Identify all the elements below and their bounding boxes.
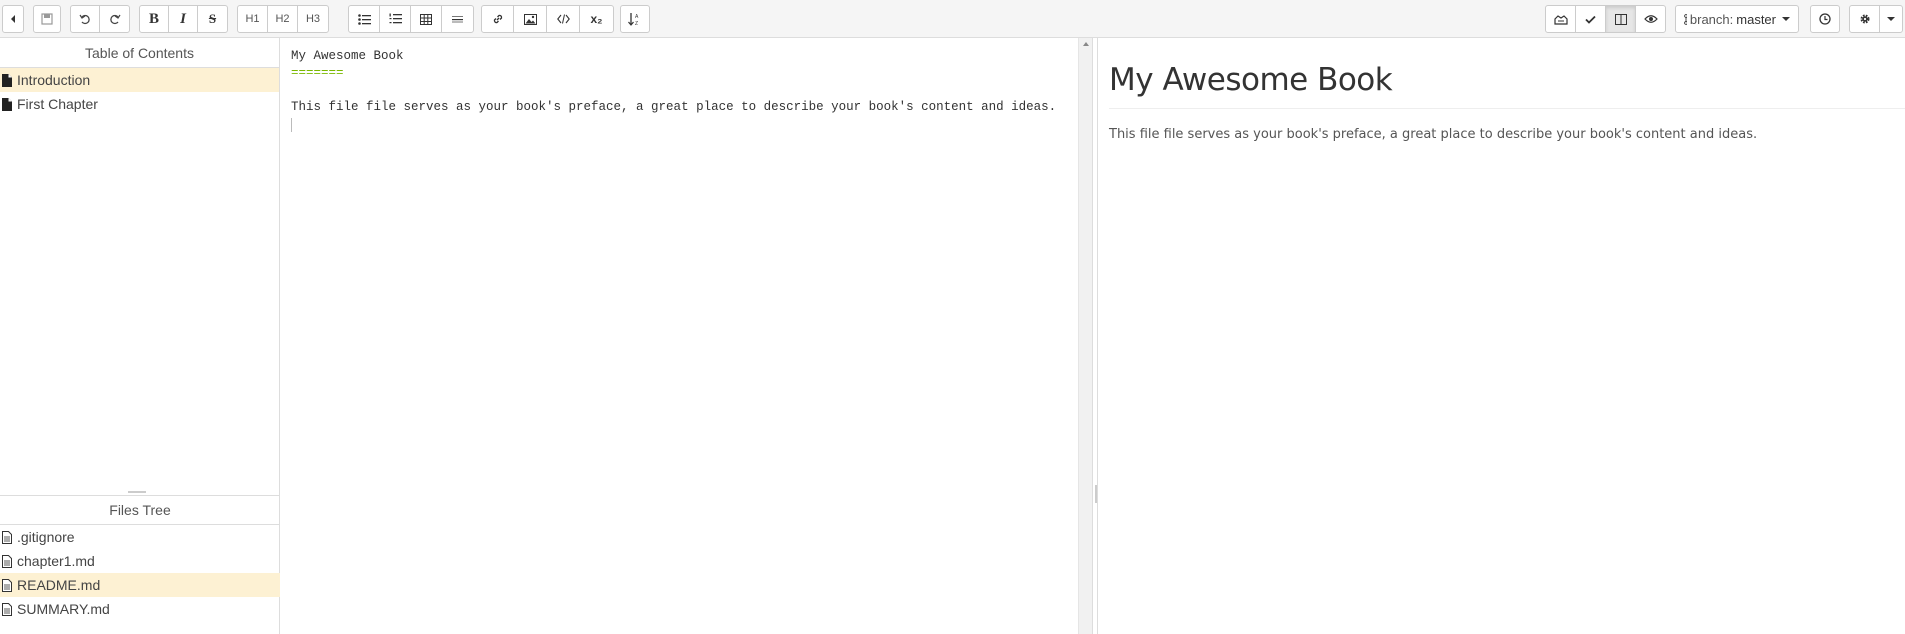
file-text-icon	[2, 530, 12, 544]
editor-scrollbar[interactable]	[1078, 38, 1092, 634]
file-item-label: SUMMARY.md	[17, 601, 110, 617]
markdown-editor[interactable]: My Awesome Book ======= This file file se…	[281, 38, 1078, 634]
strikethrough-icon: S	[208, 11, 217, 26]
collaborate-button[interactable]	[1545, 5, 1576, 33]
toc-item-label: Introduction	[17, 72, 91, 88]
bold-icon: B	[148, 10, 159, 27]
file-text-icon	[2, 602, 12, 616]
file-item-chapter1[interactable]: chapter1.md	[0, 549, 280, 573]
editor-line: This file file serves as your book's pre…	[291, 100, 1057, 114]
italic-icon: I	[180, 10, 186, 27]
redo-button[interactable]	[99, 5, 130, 33]
table-icon	[420, 13, 432, 25]
file-item-label: chapter1.md	[17, 553, 95, 569]
save-icon	[41, 13, 53, 25]
subscript-button[interactable]: x₂	[579, 5, 614, 33]
preview-button[interactable]	[1635, 5, 1666, 33]
file-item-summary[interactable]: SUMMARY.md	[0, 597, 280, 621]
branch-name: master	[1736, 11, 1776, 27]
code-button[interactable]	[546, 5, 580, 33]
toc-list: Introduction First Chapter	[0, 68, 279, 116]
code-icon	[556, 14, 570, 24]
eye-icon	[1643, 15, 1658, 23]
check-icon	[1585, 15, 1596, 24]
undo-button[interactable]	[70, 5, 100, 33]
file-text-icon	[2, 554, 12, 568]
link-button[interactable]	[481, 5, 514, 33]
preview-heading: My Awesome Book	[1109, 62, 1905, 109]
file-item-label: README.md	[17, 577, 101, 593]
files-list: .gitignore chapter1.md README.md SUMMARY…	[0, 525, 280, 621]
svg-text:Z: Z	[635, 21, 638, 26]
h2-button[interactable]: H2	[267, 5, 298, 33]
image-icon	[523, 13, 537, 25]
left-sidebar: Table of Contents Introduction First Cha…	[0, 38, 280, 634]
toc-item-label: First Chapter	[17, 96, 98, 112]
subscript-icon: x₂	[590, 12, 603, 26]
settings-button[interactable]	[1849, 5, 1880, 33]
markdown-preview: My Awesome Book This file file serves as…	[1097, 38, 1905, 634]
chevron-down-icon	[1782, 17, 1790, 21]
file-item-label: .gitignore	[17, 529, 75, 545]
h1-icon: H1	[245, 13, 260, 25]
h3-button[interactable]: H3	[297, 5, 329, 33]
strikethrough-button[interactable]: S	[197, 5, 228, 33]
ordered-list-icon	[389, 13, 402, 24]
file-text-icon	[2, 578, 12, 592]
editor-cursor-line	[291, 118, 1078, 132]
redo-icon	[109, 14, 120, 25]
image-button[interactable]	[513, 5, 547, 33]
horizontal-rule-icon	[452, 16, 463, 23]
preview-paragraph: This file file serves as your book's pre…	[1109, 127, 1758, 142]
unordered-list-icon	[357, 13, 371, 25]
unordered-list-button[interactable]	[348, 5, 380, 33]
back-button[interactable]	[2, 5, 24, 33]
chevron-down-icon	[1887, 17, 1895, 21]
h2-icon: H2	[275, 13, 290, 25]
svg-text:A: A	[635, 14, 639, 20]
file-item-readme[interactable]: README.md	[0, 573, 280, 597]
columns-icon	[1614, 13, 1627, 25]
file-item-gitignore[interactable]: .gitignore	[0, 525, 280, 549]
bold-button[interactable]: B	[139, 5, 169, 33]
split-view-button[interactable]	[1605, 5, 1636, 33]
sort-button[interactable]: AZ	[620, 5, 650, 33]
h1-button[interactable]: H1	[237, 5, 268, 33]
toc-header: Table of Contents	[0, 38, 279, 68]
files-tree-header: Files Tree	[0, 495, 280, 525]
editor-line: My Awesome Book	[291, 49, 404, 63]
file-icon	[2, 73, 12, 87]
editor-line: =======	[291, 66, 344, 80]
settings-dropdown-button[interactable]	[1879, 5, 1903, 33]
h3-icon: H3	[305, 13, 321, 25]
file-icon	[2, 97, 12, 111]
toc-item-introduction[interactable]: Introduction	[0, 68, 279, 92]
toolbar: B I S H1 H2 H3 x₂ AZ branch: master	[0, 0, 1905, 38]
ordered-list-button[interactable]	[379, 5, 411, 33]
horizontal-rule-button[interactable]	[441, 5, 474, 33]
branch-icon	[1684, 13, 1687, 25]
table-button[interactable]	[410, 5, 442, 33]
toc-item-first-chapter[interactable]: First Chapter	[0, 92, 279, 116]
undo-icon	[79, 14, 90, 25]
italic-button[interactable]: I	[168, 5, 198, 33]
editor-content[interactable]: My Awesome Book ======= This file file se…	[281, 38, 1078, 132]
gear-icon	[1860, 14, 1869, 24]
save-button[interactable]	[33, 5, 61, 33]
check-button[interactable]	[1575, 5, 1606, 33]
link-icon	[493, 14, 502, 24]
history-button[interactable]	[1810, 5, 1840, 33]
branch-dropdown[interactable]: branch: master	[1675, 5, 1799, 33]
panel-resize-handle[interactable]	[128, 491, 146, 493]
chevron-left-icon	[11, 15, 15, 23]
puzzle-icon	[1553, 15, 1568, 25]
sort-icon: AZ	[628, 13, 639, 26]
clock-icon	[1819, 13, 1831, 25]
scroll-up-icon[interactable]	[1083, 42, 1089, 46]
branch-prefix: branch:	[1689, 11, 1734, 27]
